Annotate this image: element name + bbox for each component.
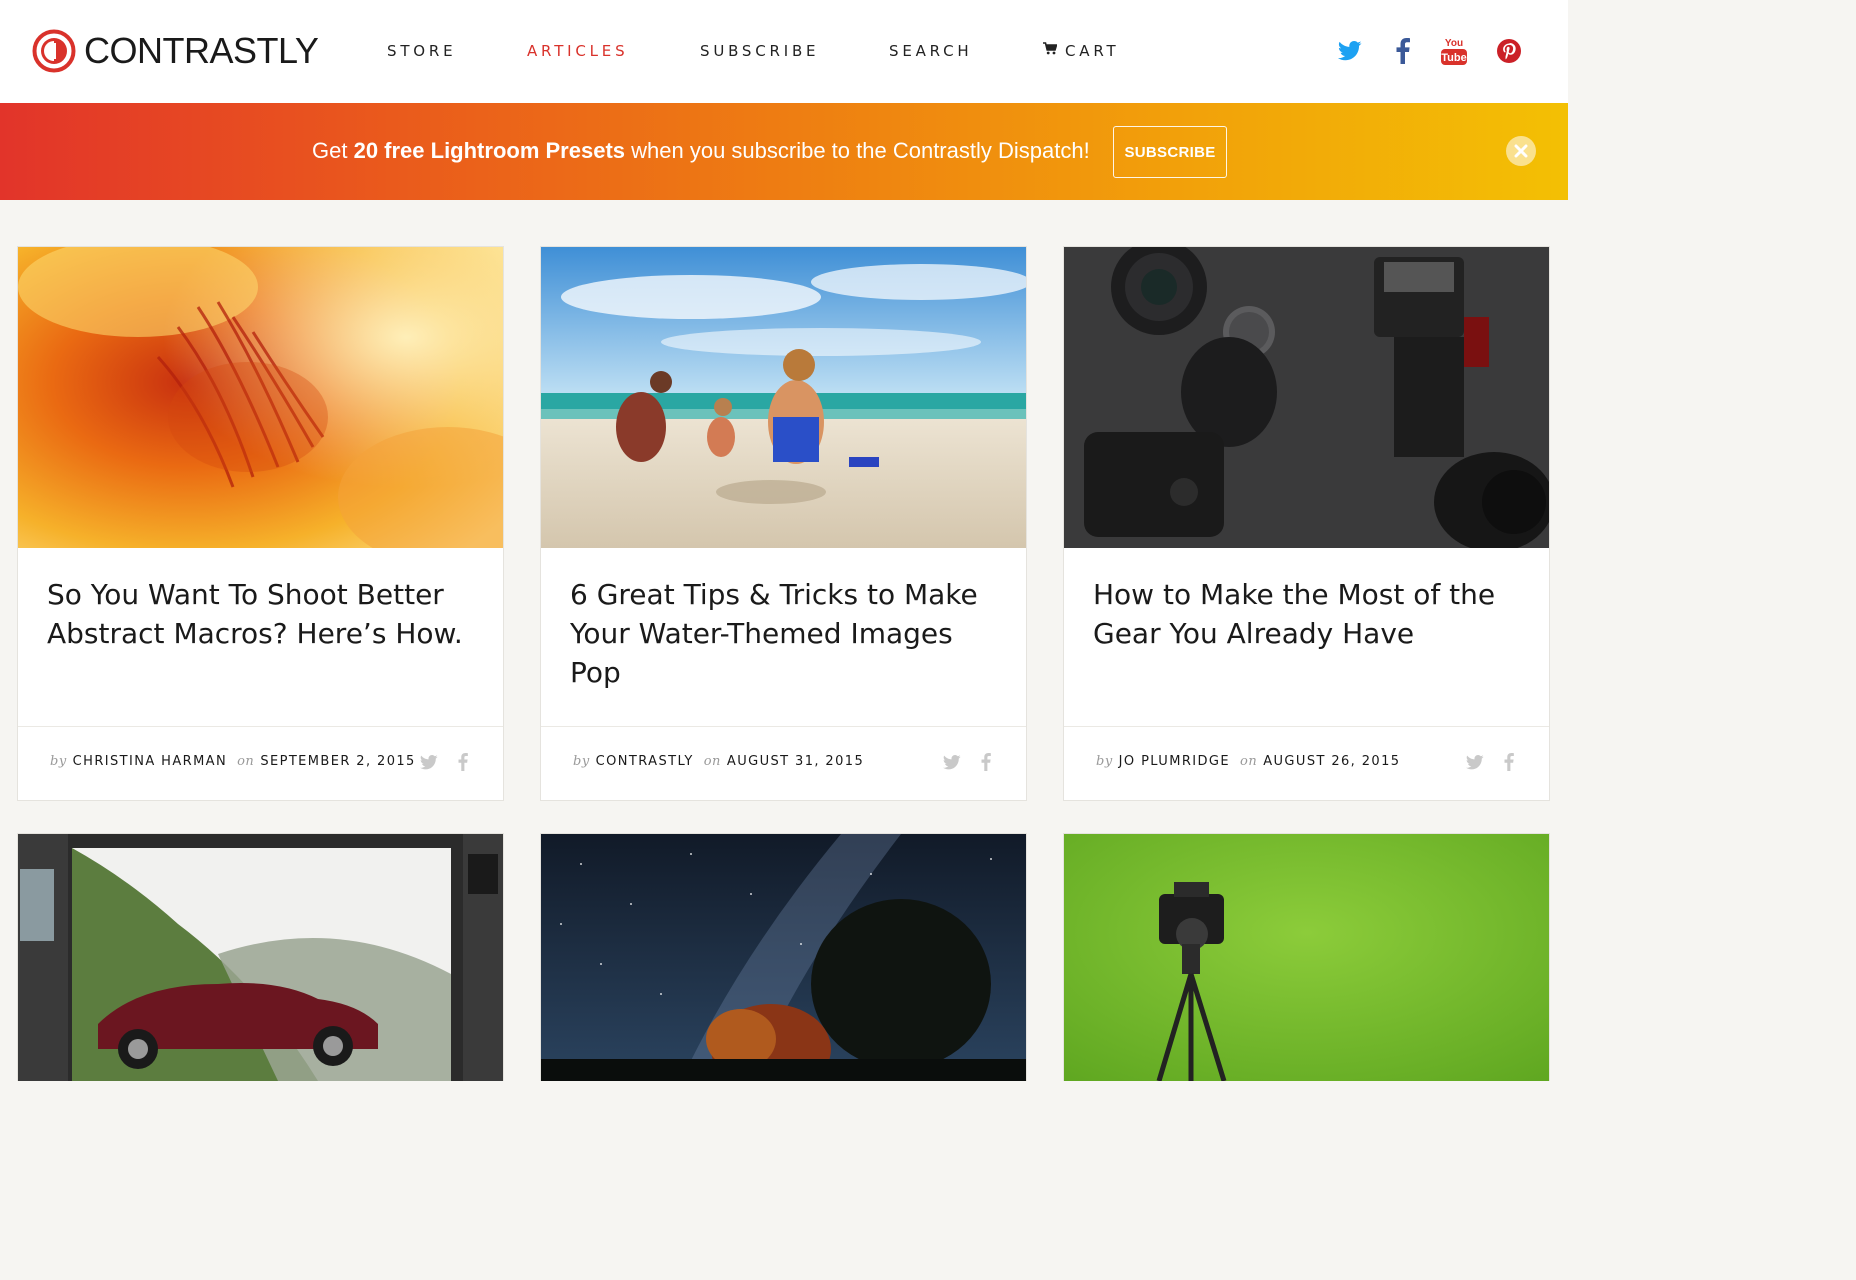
article-card[interactable] bbox=[17, 833, 504, 1081]
article-author[interactable]: JO PLUMRIDGE bbox=[1119, 754, 1230, 769]
meta-by-label: by bbox=[50, 754, 67, 769]
article-author[interactable]: CONTRASTLY bbox=[596, 754, 694, 769]
youtube-you-text: You bbox=[1445, 38, 1463, 49]
contrastly-logo-icon bbox=[32, 29, 76, 73]
share-twitter-icon[interactable] bbox=[418, 751, 440, 773]
nav-subscribe[interactable]: SUBSCRIBE bbox=[700, 40, 819, 62]
twitter-icon[interactable] bbox=[1335, 36, 1365, 66]
meta-on-label: on bbox=[237, 754, 255, 769]
youtube-icon[interactable]: You Tube bbox=[1439, 36, 1469, 66]
meta-on-label: on bbox=[1240, 754, 1258, 769]
promo-suffix: when you subscribe to the Contrastly Dis… bbox=[625, 138, 1090, 163]
share-facebook-icon[interactable] bbox=[452, 751, 474, 773]
youtube-tube-text: Tube bbox=[1441, 52, 1466, 64]
camera-gear-photo[interactable] bbox=[1064, 247, 1549, 548]
article-date: AUGUST 26, 2015 bbox=[1263, 754, 1401, 769]
article-meta: by CONTRASTLY on AUGUST 31, 2015 bbox=[573, 753, 874, 771]
lightroom-car-photo[interactable] bbox=[18, 834, 503, 1081]
facebook-icon[interactable] bbox=[1388, 36, 1418, 66]
article-card[interactable]: How to Make the Most of the Gear You Alr… bbox=[1063, 246, 1550, 801]
logo-wordmark: CONTRASTLY bbox=[84, 30, 319, 71]
article-author[interactable]: CHRISTINA HARMAN bbox=[73, 754, 227, 769]
nav-search[interactable]: SEARCH bbox=[889, 40, 973, 62]
beach-children-photo[interactable] bbox=[541, 247, 1026, 548]
promo-text: Get 20 free Lightroom Presets when you s… bbox=[312, 137, 1090, 165]
site-logo[interactable]: CONTRASTLY bbox=[32, 29, 319, 73]
article-card[interactable]: So You Want To Shoot Better Abstract Mac… bbox=[17, 246, 504, 801]
promo-highlight: 20 free Lightroom Presets bbox=[353, 138, 626, 163]
nav-cart[interactable]: CART bbox=[1043, 40, 1119, 62]
article-title[interactable]: 6 Great Tips & Tricks to Make Your Water… bbox=[570, 575, 1010, 692]
share-facebook-icon[interactable] bbox=[1498, 751, 1520, 773]
nav-articles[interactable]: ARTICLES bbox=[527, 40, 628, 62]
close-icon[interactable] bbox=[1506, 136, 1536, 166]
article-date: AUGUST 31, 2015 bbox=[726, 754, 865, 769]
article-card[interactable] bbox=[1063, 833, 1550, 1081]
article-title[interactable]: How to Make the Most of the Gear You Alr… bbox=[1093, 575, 1533, 653]
article-date: SEPTEMBER 2, 2015 bbox=[260, 754, 416, 769]
banner-subscribe-button[interactable]: SUBSCRIBE bbox=[1113, 126, 1227, 178]
share-twitter-icon[interactable] bbox=[1464, 751, 1486, 773]
meta-on-label: on bbox=[703, 754, 721, 769]
card-divider bbox=[1064, 726, 1549, 727]
article-card[interactable] bbox=[540, 833, 1027, 1081]
card-divider bbox=[18, 726, 503, 727]
nav-cart-label: CART bbox=[1065, 42, 1120, 60]
nav-store[interactable]: STORE bbox=[387, 40, 456, 62]
site-header: CONTRASTLY STORE ARTICLES SUBSCRIBE SEAR… bbox=[0, 0, 1568, 103]
promo-prefix: Get bbox=[312, 138, 354, 163]
article-meta: by CHRISTINA HARMAN on SEPTEMBER 2, 2015 bbox=[50, 753, 426, 771]
pinterest-icon[interactable] bbox=[1494, 36, 1524, 66]
share-twitter-icon[interactable] bbox=[941, 751, 963, 773]
green-screen-camera-photo[interactable] bbox=[1064, 834, 1549, 1081]
article-meta: by JO PLUMRIDGE on AUGUST 26, 2015 bbox=[1096, 753, 1410, 771]
meta-by-label: by bbox=[1096, 754, 1113, 769]
meta-by-label: by bbox=[573, 754, 590, 769]
article-card[interactable]: 6 Great Tips & Tricks to Make Your Water… bbox=[540, 246, 1027, 801]
article-title[interactable]: So You Want To Shoot Better Abstract Mac… bbox=[47, 575, 487, 653]
cart-icon bbox=[1043, 39, 1058, 61]
share-facebook-icon[interactable] bbox=[975, 751, 997, 773]
milky-way-night-photo[interactable] bbox=[541, 834, 1026, 1081]
promo-banner: Get 20 free Lightroom Presets when you s… bbox=[0, 103, 1568, 200]
card-divider bbox=[541, 726, 1026, 727]
abstract-macro-flower-photo[interactable] bbox=[18, 247, 503, 548]
